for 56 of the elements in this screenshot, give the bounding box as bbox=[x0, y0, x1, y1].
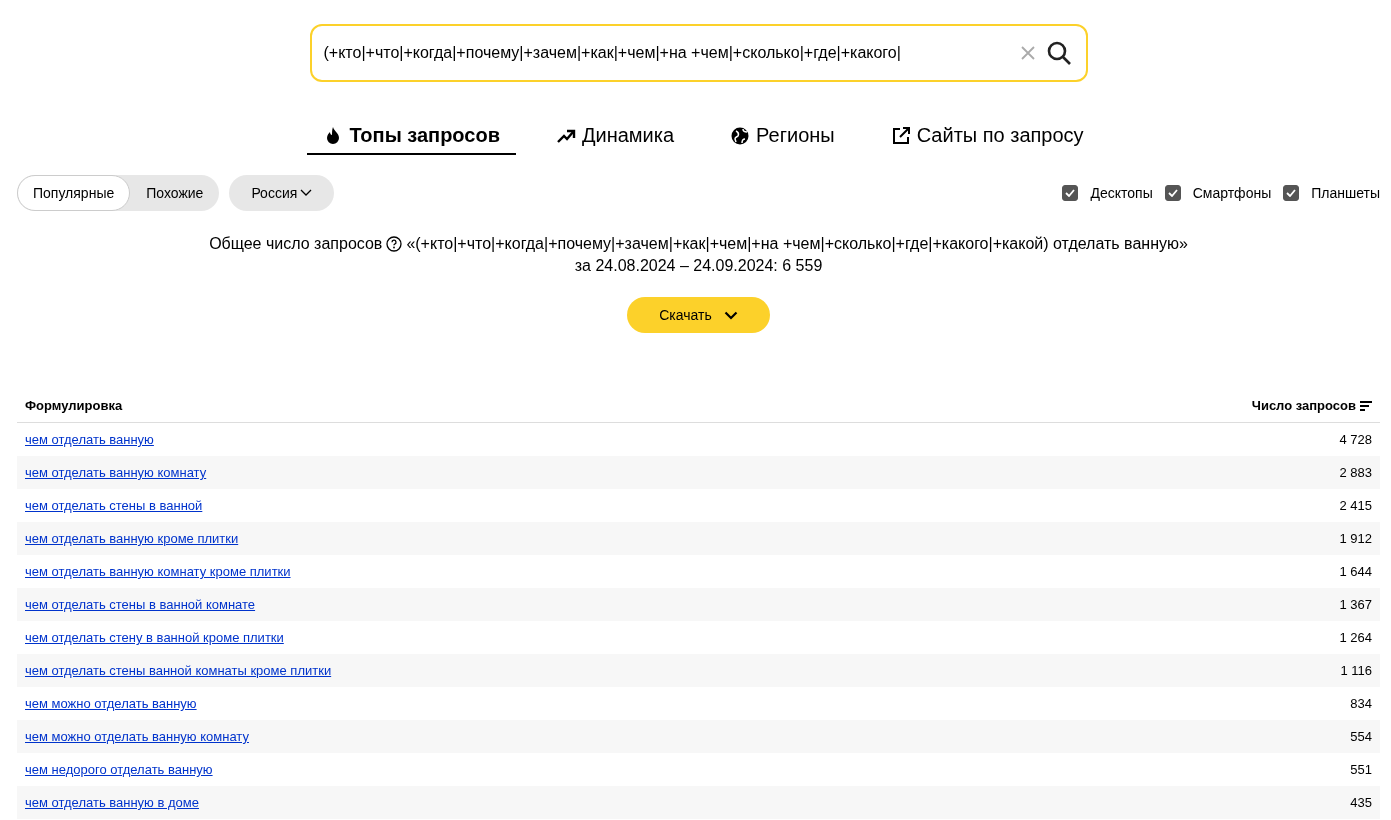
search-field[interactable]: (+кто|+что|+когда|+почему|+зачем|+как|+чем|+на +чем|+сколько|+где|+какого| bbox=[309, 24, 1088, 82]
region-dropdown[interactable]: Россия bbox=[229, 175, 335, 211]
query-link[interactable]: чем отделать стену в ванной кроме плитки bbox=[25, 630, 284, 645]
query-count: 551 bbox=[1350, 762, 1372, 777]
download-button[interactable]: Скачать bbox=[627, 297, 770, 333]
query-count: 1 367 bbox=[1339, 597, 1372, 612]
check-icon bbox=[1167, 189, 1178, 197]
tab[interactable]: Динамика bbox=[539, 124, 691, 155]
chevron-down-icon bbox=[723, 310, 738, 320]
checkbox[interactable] bbox=[1164, 185, 1181, 201]
tab[interactable]: Регионы bbox=[714, 124, 851, 155]
globe-icon bbox=[730, 125, 751, 146]
checkbox[interactable] bbox=[1283, 185, 1300, 201]
query-count: 554 bbox=[1350, 729, 1372, 744]
sort-icon bbox=[1360, 400, 1372, 411]
checkbox-label: Десктопы bbox=[1090, 185, 1153, 201]
query-link[interactable]: чем можно отделать ванную комнату bbox=[25, 729, 249, 744]
query-link[interactable]: чем отделать стены ванной комнаты кроме плитки bbox=[25, 663, 332, 678]
search-icon bbox=[1045, 40, 1072, 66]
check-icon bbox=[1286, 189, 1297, 197]
query-count: 1 116 bbox=[1340, 663, 1372, 678]
summary-label: Общее число запросов bbox=[209, 234, 383, 254]
query-count: 2 883 bbox=[1339, 465, 1372, 480]
tab[interactable]: Топы запросов bbox=[307, 124, 516, 155]
query-link[interactable]: чем отделать ванную комнату кроме плитки bbox=[25, 564, 291, 579]
search-button[interactable] bbox=[1045, 40, 1072, 66]
summary-query: «(+кто|+что|+когда|+почему|+зачем|+как|+чем|+на +чем|+сколько|+где|+какого|+какой) отделать ванную» bbox=[406, 234, 1188, 254]
check-icon bbox=[1065, 189, 1076, 197]
column-header[interactable]: Число запросов bbox=[1251, 398, 1372, 413]
external-link-icon bbox=[890, 125, 911, 146]
mode-option[interactable]: Популярные bbox=[17, 175, 131, 211]
summary-period: за 24.08.2024 – 24.09.2024: 6 559 bbox=[573, 256, 824, 276]
query-link[interactable]: чем отделать ванную кроме плитки bbox=[25, 531, 239, 546]
query-link[interactable]: чем отделать ванную в доме bbox=[25, 795, 199, 810]
checkbox-label: Планшеты bbox=[1311, 185, 1380, 201]
tab[interactable]: Сайты по запросу bbox=[874, 124, 1100, 155]
column-header: Формулировка bbox=[25, 398, 123, 413]
query-link[interactable]: чем отделать стены в ванной комнате bbox=[25, 597, 256, 612]
query-count: 1 912 bbox=[1339, 531, 1372, 546]
query-link[interactable]: чем отделать ванную bbox=[25, 432, 154, 447]
query-count: 4 728 bbox=[1339, 432, 1372, 447]
query-link[interactable]: чем отделать ванную комнату bbox=[25, 465, 207, 480]
query-link[interactable]: чем можно отделать ванную bbox=[25, 696, 197, 711]
checkbox-label: Смартфоны bbox=[1192, 185, 1272, 201]
query-count: 834 bbox=[1350, 696, 1372, 711]
query-link[interactable]: чем недорого отделать ванную bbox=[25, 762, 213, 777]
query-count: 2 415 bbox=[1339, 498, 1372, 513]
query-count: 435 bbox=[1350, 795, 1372, 810]
query-count: 1 644 bbox=[1339, 564, 1372, 579]
query-link[interactable]: чем отделать стены в ванной bbox=[25, 498, 203, 513]
close-icon bbox=[1019, 45, 1036, 61]
mode-option[interactable]: Похожие bbox=[130, 175, 220, 211]
help-icon[interactable] bbox=[386, 236, 403, 252]
chevron-down-icon bbox=[300, 189, 313, 197]
checkbox[interactable] bbox=[1062, 185, 1079, 201]
query-count: 1 264 bbox=[1339, 630, 1372, 645]
